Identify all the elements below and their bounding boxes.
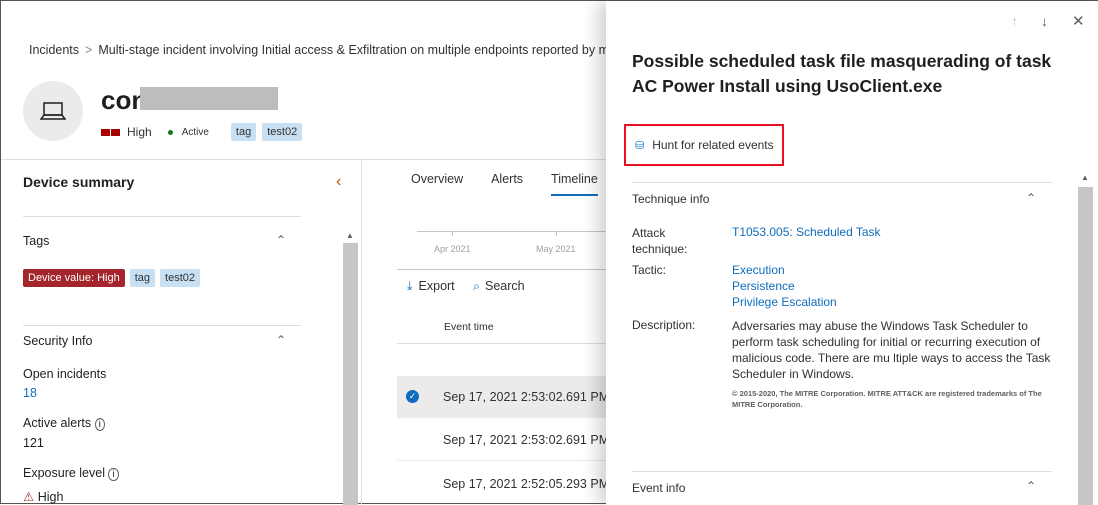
redacted-name bbox=[140, 87, 278, 110]
tabs: Overview Alerts Timeline bbox=[411, 172, 598, 196]
hunt-related-events-button[interactable]: ⛁ Hunt for related events bbox=[624, 124, 784, 166]
sidebar-tags: Device value: High tag test02 bbox=[23, 269, 200, 287]
tag: test02 bbox=[160, 269, 200, 287]
device-value-tag: Device value: High bbox=[23, 269, 125, 287]
scroll-up-icon[interactable]: ▲ bbox=[346, 231, 354, 240]
panel-scrollbar[interactable] bbox=[1078, 187, 1093, 505]
status-label: Active bbox=[181, 126, 209, 138]
download-icon: ⤓ bbox=[407, 279, 413, 293]
mitre-copyright: © 2015-2020, The MITRE Corporation. MITR… bbox=[732, 389, 1042, 409]
event-time: Sep 17, 2021 2:52:05.293 PM bbox=[443, 477, 610, 491]
tactic-label: Tactic: bbox=[632, 263, 667, 277]
security-info-title: Security Info bbox=[23, 334, 93, 348]
chevron-up-icon[interactable]: ⌃ bbox=[276, 233, 286, 247]
event-time: Sep 17, 2021 2:53:02.691 PM bbox=[443, 432, 610, 447]
severity-icon bbox=[101, 125, 121, 139]
table-row[interactable]: Sep 17, 2021 2:53:02.691 PM bbox=[397, 419, 612, 461]
active-alerts-value: 121 bbox=[23, 436, 44, 450]
device-meta: High Active tag test02 bbox=[101, 123, 303, 141]
arrow-down-icon[interactable]: ↓ bbox=[1041, 13, 1048, 29]
breadcrumb-incidents[interactable]: Incidents bbox=[29, 43, 79, 57]
chevron-up-icon[interactable]: ⌃ bbox=[1026, 191, 1036, 205]
device-avatar bbox=[23, 81, 83, 141]
description-label: Description: bbox=[632, 318, 696, 332]
event-info-title: Event info bbox=[632, 481, 686, 495]
info-icon: i bbox=[108, 468, 119, 481]
table-row[interactable]: Sep 17, 2021 2:52:05.293 PM bbox=[397, 463, 612, 505]
tag: tag bbox=[129, 269, 156, 287]
sidebar-scrollbar[interactable] bbox=[343, 243, 358, 505]
tags-section-title: Tags bbox=[23, 234, 50, 248]
chevron-up-icon[interactable]: ⌃ bbox=[276, 333, 286, 347]
search-button[interactable]: ⌕ Search bbox=[473, 279, 525, 294]
device-summary-title: Device summary bbox=[23, 174, 135, 190]
chevron-up-icon[interactable]: ⌃ bbox=[1026, 479, 1036, 493]
tab-timeline[interactable]: Timeline bbox=[551, 172, 598, 196]
technique-info-title: Technique info bbox=[632, 192, 710, 206]
exposure-value: ⚠ High bbox=[23, 490, 64, 504]
attack-technique-link[interactable]: T1053.005: Scheduled Task bbox=[732, 225, 881, 239]
warning-icon: ⚠ bbox=[23, 490, 35, 504]
scroll-up-icon[interactable]: ▲ bbox=[1081, 173, 1089, 182]
attack-technique-label: Attack technique: bbox=[632, 226, 688, 256]
timeline-tick: May 2021 bbox=[536, 244, 576, 254]
close-icon[interactable]: ✕ bbox=[1072, 12, 1085, 30]
column-event-time[interactable]: Event time bbox=[444, 321, 494, 333]
info-icon: i bbox=[94, 418, 105, 431]
panel-title: Possible scheduled task file masqueradin… bbox=[632, 51, 1052, 96]
tab-alerts[interactable]: Alerts bbox=[491, 172, 523, 196]
checked-icon[interactable]: ✓ bbox=[406, 390, 419, 403]
table-row[interactable]: ✓ Sep 17, 2021 2:53:02.691 PM bbox=[397, 376, 612, 418]
open-incidents-label: Open incidents bbox=[23, 367, 107, 381]
timeline-axis[interactable] bbox=[417, 231, 612, 232]
open-incidents-value[interactable]: 18 bbox=[23, 386, 37, 400]
event-time: Sep 17, 2021 2:53:02.691 PM bbox=[443, 389, 610, 404]
status-dot-icon bbox=[167, 129, 173, 135]
active-alerts-label: Active alerts i bbox=[23, 416, 105, 431]
chevron-right-icon: > bbox=[85, 43, 93, 57]
severity-label: High bbox=[127, 125, 152, 139]
tactic-link[interactable]: Persistence bbox=[732, 279, 795, 293]
collapse-chevron-icon[interactable]: ‹ bbox=[336, 173, 341, 191]
export-button[interactable]: ⤓ Export bbox=[407, 279, 455, 294]
tactic-link[interactable]: Execution bbox=[732, 263, 785, 277]
exposure-label: Exposure level i bbox=[23, 466, 119, 481]
breadcrumb-current: Multi-stage incident involving Initial a… bbox=[98, 43, 632, 57]
breadcrumb: Incidents > Multi-stage incident involving… bbox=[29, 43, 632, 57]
tactic-link[interactable]: Privilege Escalation bbox=[732, 295, 837, 309]
arrow-up-icon[interactable]: ↑ bbox=[1011, 13, 1018, 29]
tab-overview[interactable]: Overview bbox=[411, 172, 463, 196]
alert-detail-panel: ↑ ↓ ✕ Possible scheduled task file masqu… bbox=[606, 1, 1098, 505]
timeline-tick: Apr 2021 bbox=[434, 244, 471, 254]
hunt-icon: ⛁ bbox=[635, 139, 645, 152]
search-icon: ⌕ bbox=[473, 279, 481, 293]
device-tag: test02 bbox=[262, 123, 303, 141]
device-tag: tag bbox=[230, 123, 257, 141]
description-text: Adversaries may abuse the Windows Task S… bbox=[732, 319, 1051, 381]
laptop-icon bbox=[40, 102, 66, 120]
